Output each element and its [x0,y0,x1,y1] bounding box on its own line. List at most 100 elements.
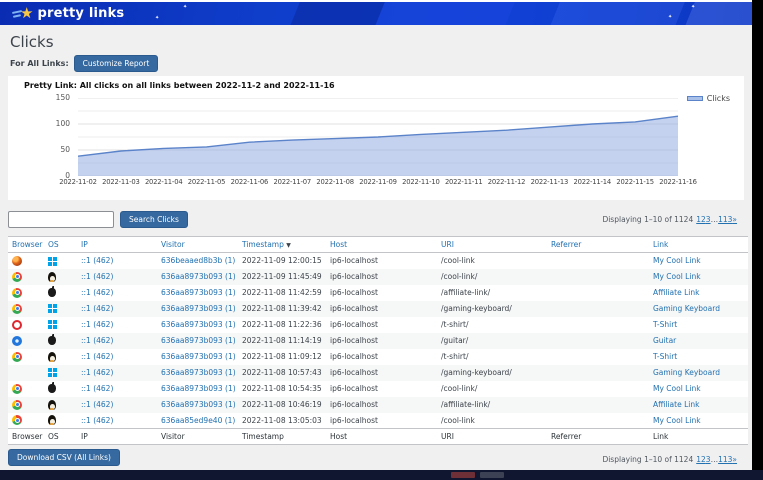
edge-browser-icon [12,368,22,378]
ip-link[interactable]: ::1 (462) [81,256,113,265]
visitor-link[interactable]: 636aa8973b093 (1) [161,304,236,313]
table-footer: Browser OS IP Visitor Timestamp Host URI… [8,429,748,445]
search-clicks-button[interactable]: Search Clicks [120,211,188,228]
ip-link[interactable]: ::1 (462) [81,320,113,329]
ip-link[interactable]: ::1 (462) [81,384,113,393]
col-browser-foot[interactable]: Browser [8,429,44,445]
visitor-link[interactable]: 636aa8973b093 (1) [161,400,236,409]
col-link[interactable]: Link [649,237,748,253]
visitor-link[interactable]: 636aa8973b093 (1) [161,336,236,345]
col-link-foot[interactable]: Link [649,429,748,445]
page-link[interactable]: » [732,455,737,464]
col-visitor-foot[interactable]: Visitor [157,429,238,445]
table-row: ::1 (462) 636aa8973b093 (1) 2022-11-08 1… [8,349,748,365]
col-referrer-foot[interactable]: Referrer [547,429,649,445]
col-visitor[interactable]: Visitor [157,237,238,253]
ip-link[interactable]: ::1 (462) [81,272,113,281]
search-input[interactable] [8,211,114,228]
taskbar-item[interactable] [480,472,504,478]
col-os-foot[interactable]: OS [44,429,77,445]
page-link[interactable]: 113 [718,215,732,224]
x-axis-tick: 2022-11-07 [268,178,316,186]
col-host-foot[interactable]: Host [326,429,437,445]
legend-label: Clicks [707,94,730,103]
visitor-link[interactable]: 636aa8973b093 (1) [161,368,236,377]
pretty-link[interactable]: My Cool Link [653,272,701,281]
col-referrer[interactable]: Referrer [547,237,649,253]
uri-cell: /affiliate-link/ [441,400,490,409]
page-link[interactable]: 113 [718,455,732,464]
pretty-link[interactable]: Gaming Keyboard [653,368,720,377]
page-link[interactable]: … [711,215,719,224]
pretty-link[interactable]: Guitar [653,336,676,345]
star-icon: ★ [20,6,33,21]
taskbar-item[interactable] [451,472,475,478]
pretty-link[interactable]: My Cool Link [653,384,701,393]
clicks-table: Browser OS IP Visitor Timestamp ▼ Host U… [8,236,748,445]
visitor-link[interactable]: 636aa8973b093 (1) [161,384,236,393]
visitor-link[interactable]: 636aa8973b093 (1) [161,352,236,361]
col-browser[interactable]: Browser [8,237,44,253]
host-cell: ip6-localhost [330,336,378,345]
x-axis-tick: 2022-11-16 [654,178,702,186]
visitor-link[interactable]: 636aa85ed9e40 (1) [161,416,235,425]
uri-cell: /cool-link [441,416,475,425]
uri-cell: /gaming-keyboard/ [441,304,512,313]
col-uri-foot[interactable]: URI [437,429,547,445]
host-cell: ip6-localhost [330,256,378,265]
col-host[interactable]: Host [326,237,437,253]
sparkle-icon: ✦ [668,15,672,19]
page-link[interactable]: » [732,215,737,224]
col-timestamp-foot[interactable]: Timestamp [238,429,326,445]
customize-report-button[interactable]: Customize Report [74,55,159,72]
col-ip[interactable]: IP [77,237,157,253]
download-csv-button[interactable]: Download CSV (All Links) [8,449,120,466]
col-os[interactable]: OS [44,237,77,253]
host-cell: ip6-localhost [330,416,378,425]
pretty-link[interactable]: Affiliate Link [653,288,699,297]
windows-os-icon [48,368,57,377]
ip-link[interactable]: ::1 (462) [81,352,113,361]
col-uri[interactable]: URI [437,237,547,253]
visitor-link[interactable]: 636aa8973b093 (1) [161,272,236,281]
ip-link[interactable]: ::1 (462) [81,400,113,409]
pretty-link[interactable]: T-Shirt [653,320,677,329]
logo-text: pretty links [37,6,124,21]
ip-link[interactable]: ::1 (462) [81,304,113,313]
report-controls: For All Links: Customize Report [10,55,158,72]
pretty-link[interactable]: Gaming Keyboard [653,304,720,313]
ip-link[interactable]: ::1 (462) [81,368,113,377]
chrome-browser-icon [12,272,22,282]
y-axis-tick: 100 [40,119,70,128]
visitor-link[interactable]: 636aa8973b093 (1) [161,288,236,297]
col-ip-foot[interactable]: IP [77,429,157,445]
col-timestamp[interactable]: Timestamp ▼ [238,237,326,253]
host-cell: ip6-localhost [330,272,378,281]
pretty-link[interactable]: Affiliate Link [653,400,699,409]
ip-link[interactable]: ::1 (462) [81,336,113,345]
ip-link[interactable]: ::1 (462) [81,416,113,425]
visitor-link[interactable]: 636beaaed8b3b (1) [161,256,235,265]
uri-cell: /cool-link/ [441,272,477,281]
chrome-browser-icon [12,288,22,298]
clicks-chart: Pretty Link: All clicks on all links bet… [8,76,744,200]
chart-legend: Clicks [687,94,730,103]
pretty-link[interactable]: T-Shirt [653,352,677,361]
chart-plot-area [78,98,678,176]
ip-link[interactable]: ::1 (462) [81,288,113,297]
table-row: ::1 (462) 636aa8973b093 (1) 2022-11-08 1… [8,317,748,333]
page-link[interactable]: … [711,455,719,464]
chrome-browser-icon [12,384,22,394]
sort-desc-icon: ▼ [286,242,291,249]
table-row: ::1 (462) 636aa8973b093 (1) 2022-11-08 1… [8,333,748,349]
pagination-summary: Displaying 1–10 of 1124 [602,455,693,464]
safari-browser-icon [12,336,22,346]
visitor-link[interactable]: 636aa8973b093 (1) [161,320,236,329]
header-banner: ✦ ✦ ✦ ✦ ★ pretty links [0,2,752,25]
host-cell: ip6-localhost [330,320,378,329]
sparkle-icon: ✦ [183,5,187,9]
pretty-link[interactable]: My Cool Link [653,256,701,265]
pretty-links-logo[interactable]: ★ pretty links [12,2,124,25]
pretty-link[interactable]: My Cool Link [653,416,701,425]
timestamp-cell: 2022-11-08 11:22:36 [242,320,322,329]
